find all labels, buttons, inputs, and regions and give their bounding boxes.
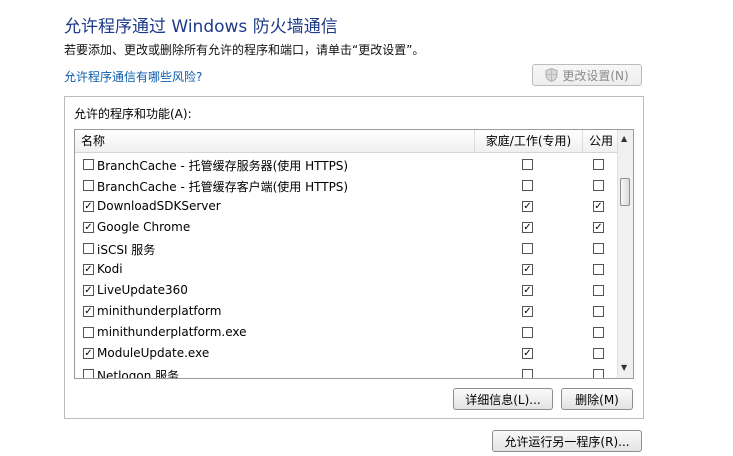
shield-icon [545, 68, 558, 82]
home-work-checkbox[interactable]: ✓ [522, 264, 533, 275]
program-name: LiveUpdate360 [97, 283, 188, 297]
list-header: 名称 家庭/工作(专用) 公用 [75, 130, 619, 153]
program-enabled-checkbox[interactable]: ✓ [83, 306, 94, 317]
program-enabled-checkbox[interactable]: ✓ [83, 348, 94, 359]
home-work-checkbox[interactable]: ✓ [522, 285, 533, 296]
public-checkbox[interactable]: ✓ [593, 222, 604, 233]
table-row[interactable]: ✓ Google Chrome ✓ ✓ [75, 217, 619, 238]
home-work-checkbox[interactable]: ✓ [522, 201, 533, 212]
program-enabled-checkbox[interactable]: ✓ [83, 285, 94, 296]
home-work-checkbox[interactable] [522, 327, 533, 338]
public-checkbox[interactable] [593, 159, 604, 170]
details-button-label: 详细信息(L)... [465, 392, 541, 407]
risk-link[interactable]: 允许程序通信有哪些风险? [64, 68, 202, 85]
program-enabled-checkbox[interactable] [83, 243, 94, 254]
table-row[interactable]: ✓ Kodi ✓ [75, 259, 619, 280]
column-header-public[interactable]: 公用 [583, 130, 619, 152]
table-row[interactable]: BranchCache - 托管缓存服务器(使用 HTTPS) [75, 154, 619, 175]
program-enabled-checkbox[interactable] [83, 159, 94, 170]
program-name: DownloadSDKServer [97, 199, 221, 213]
public-checkbox[interactable] [593, 264, 604, 275]
program-list[interactable]: 名称 家庭/工作(专用) 公用 BranchCache - 托管缓存服务器(使用… [74, 129, 634, 379]
program-enabled-checkbox[interactable]: ✓ [83, 222, 94, 233]
column-header-name[interactable]: 名称 [75, 130, 475, 152]
program-enabled-checkbox[interactable] [83, 180, 94, 191]
change-settings-label: 更改设置(N) [562, 68, 629, 83]
table-row[interactable]: Netlogon 服务 [75, 364, 619, 379]
public-checkbox[interactable] [593, 306, 604, 317]
program-name: iSCSI 服务 [97, 243, 156, 257]
public-checkbox[interactable]: ✓ [593, 201, 604, 212]
table-row[interactable]: ✓ minithunderplatform ✓ [75, 301, 619, 322]
public-checkbox[interactable] [593, 243, 604, 254]
program-enabled-checkbox[interactable] [83, 327, 94, 338]
public-checkbox[interactable] [593, 369, 604, 378]
remove-button-label: 删除(M) [575, 392, 619, 407]
public-checkbox[interactable] [593, 348, 604, 359]
home-work-checkbox[interactable] [522, 243, 533, 254]
allow-another-program-label: 允许运行另一程序(R)... [504, 434, 630, 449]
public-checkbox[interactable] [593, 180, 604, 191]
program-name: Kodi [97, 262, 123, 276]
table-row[interactable]: ✓ DownloadSDKServer ✓ ✓ [75, 196, 619, 217]
table-row[interactable]: ✓ ModuleUpdate.exe ✓ [75, 343, 619, 364]
table-row[interactable]: minithunderplatform.exe [75, 322, 619, 343]
details-button[interactable]: 详细信息(L)... [453, 388, 553, 410]
program-name: minithunderplatform.exe [97, 325, 247, 339]
table-row[interactable]: iSCSI 服务 [75, 238, 619, 259]
allowed-programs-label: 允许的程序和功能(A): [74, 107, 192, 121]
column-header-home[interactable]: 家庭/工作(专用) [475, 130, 583, 152]
home-work-checkbox[interactable] [522, 369, 533, 378]
program-name: BranchCache - 托管缓存客户端(使用 HTTPS) [97, 180, 349, 194]
page-description: 若要添加、更改或删除所有允许的程序和端口，请单击“更改设置”。 [64, 43, 425, 57]
home-work-checkbox[interactable]: ✓ [522, 222, 533, 233]
home-work-checkbox[interactable]: ✓ [522, 348, 533, 359]
public-checkbox[interactable] [593, 327, 604, 338]
program-enabled-checkbox[interactable]: ✓ [83, 264, 94, 275]
public-checkbox[interactable] [593, 285, 604, 296]
change-settings-button[interactable]: 更改设置(N) [532, 64, 642, 86]
home-work-checkbox[interactable]: ✓ [522, 306, 533, 317]
program-enabled-checkbox[interactable] [83, 369, 94, 378]
program-name: ModuleUpdate.exe [97, 346, 210, 360]
home-work-checkbox[interactable] [522, 180, 533, 191]
home-work-checkbox[interactable] [522, 159, 533, 170]
program-name: minithunderplatform [97, 304, 222, 318]
table-row[interactable]: ✓ LiveUpdate360 ✓ [75, 280, 619, 301]
scrollbar-thumb[interactable] [620, 178, 630, 206]
scroll-up-arrow-icon[interactable]: ▲ [621, 134, 627, 143]
table-row[interactable]: BranchCache - 托管缓存客户端(使用 HTTPS) [75, 175, 619, 196]
program-name: BranchCache - 托管缓存服务器(使用 HTTPS) [97, 159, 349, 173]
remove-button[interactable]: 删除(M) [561, 388, 633, 410]
program-name: Netlogon 服务 [97, 369, 180, 379]
allow-another-program-button[interactable]: 允许运行另一程序(R)... [492, 430, 642, 452]
scroll-down-arrow-icon[interactable]: ▼ [621, 363, 627, 372]
program-enabled-checkbox[interactable]: ✓ [83, 201, 94, 212]
program-name: Google Chrome [97, 220, 191, 234]
page-title: 允许程序通过 Windows 防火墙通信 [64, 17, 338, 37]
vertical-scrollbar[interactable]: ▲ ▼ [617, 130, 633, 378]
